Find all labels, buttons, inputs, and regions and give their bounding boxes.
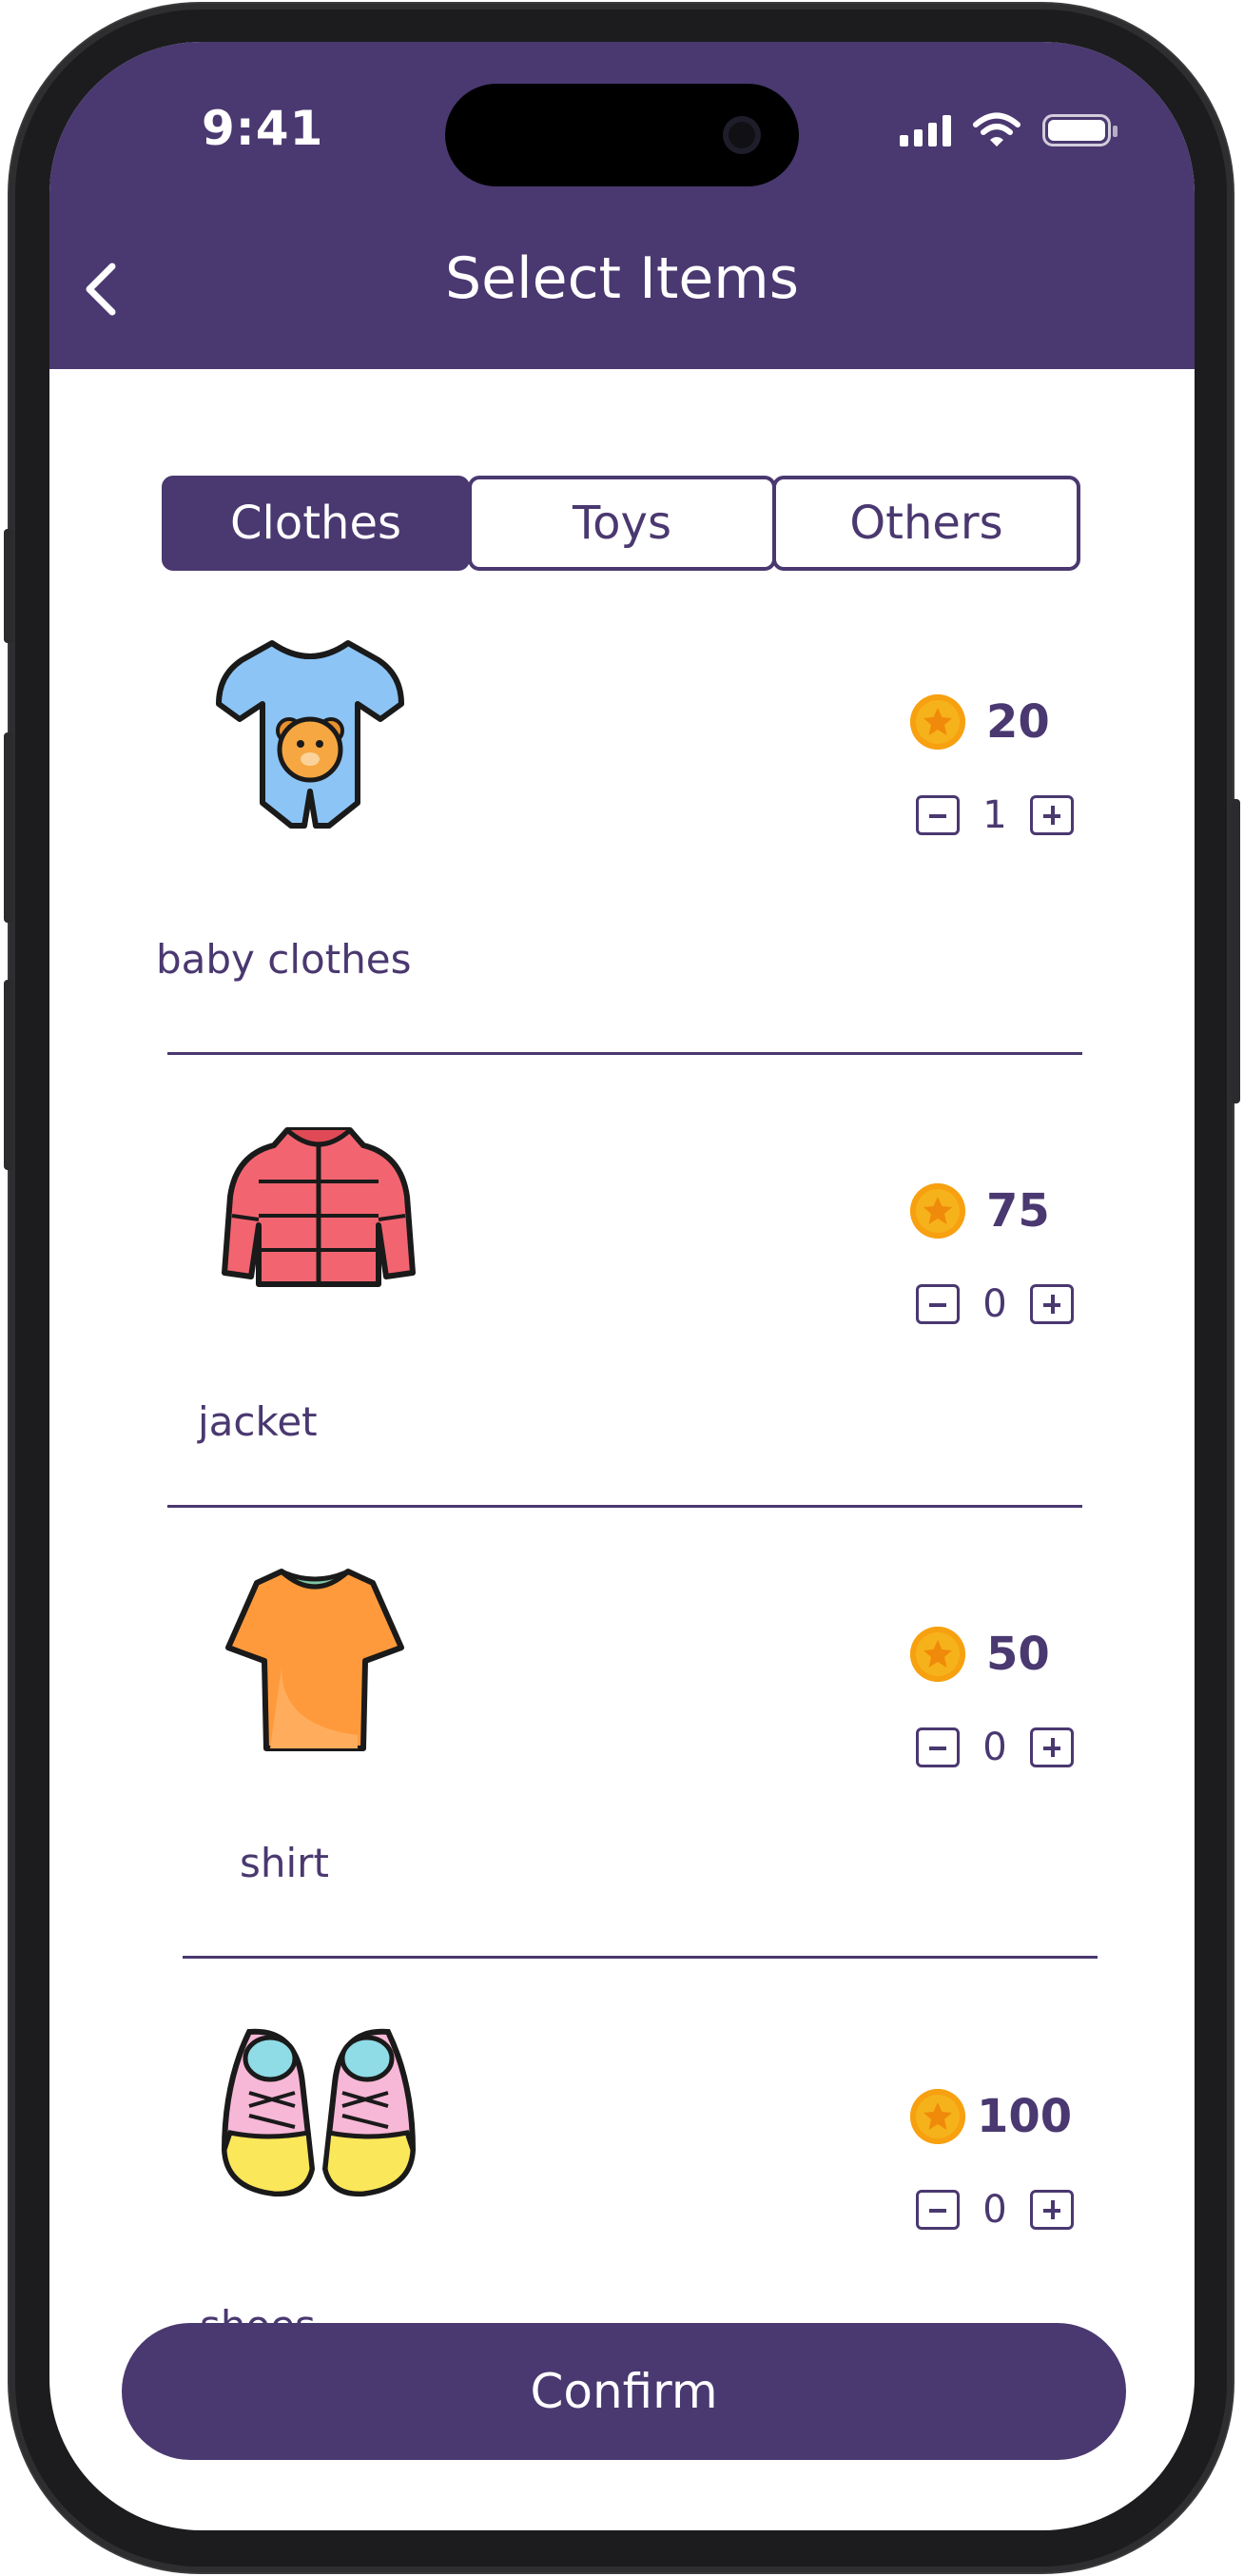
page-title: Select Items	[444, 245, 799, 312]
dynamic-island	[445, 84, 799, 186]
category-tabs: Clothes Toys Others	[162, 476, 1084, 571]
increase-button[interactable]	[1030, 795, 1074, 835]
app-screen: 9:41 Select Items Clothes Toys Others ba…	[49, 42, 1195, 2530]
decrease-button[interactable]	[916, 1727, 960, 1767]
quantity-value: 1	[982, 793, 1007, 837]
coin-icon	[910, 1627, 965, 1682]
increase-button[interactable]	[1030, 1727, 1074, 1767]
divider	[167, 1505, 1082, 1508]
divider	[167, 1052, 1082, 1055]
quantity-value: 0	[982, 2188, 1007, 2232]
decrease-button[interactable]	[916, 2190, 960, 2230]
quantity-stepper: 0	[916, 1282, 1074, 1326]
signal-icon	[900, 114, 951, 146]
shirt-icon	[225, 1569, 404, 1751]
power-button	[1231, 799, 1240, 1103]
divider	[183, 1956, 1098, 1959]
action-button	[4, 529, 13, 643]
front-camera-icon	[723, 116, 761, 154]
coin-icon	[910, 2089, 965, 2144]
status-time: 9:41	[202, 101, 324, 156]
increase-button[interactable]	[1030, 2190, 1074, 2230]
coin-icon	[910, 694, 965, 750]
volume-up-button	[4, 732, 13, 923]
battery-icon	[1042, 114, 1118, 146]
volume-down-button	[4, 980, 13, 1170]
tab-toys[interactable]: Toys	[468, 476, 776, 571]
item-name: shirt	[240, 1840, 329, 1886]
wifi-icon	[973, 112, 1020, 146]
quantity-stepper: 0	[916, 2188, 1074, 2232]
price-row: 20	[910, 694, 1050, 750]
status-icons	[900, 112, 1118, 148]
decrease-button[interactable]	[916, 1284, 960, 1324]
coin-icon	[910, 1183, 965, 1239]
quantity-stepper: 0	[916, 1726, 1074, 1769]
item-price: 100	[977, 2090, 1073, 2143]
app-header: 9:41 Select Items	[49, 42, 1195, 369]
confirm-button[interactable]: Confirm	[122, 2323, 1126, 2460]
item-price: 50	[986, 1628, 1050, 1681]
item-price: 75	[986, 1184, 1050, 1238]
price-row: 100	[910, 2089, 1072, 2144]
shoes-icon	[221, 2028, 417, 2197]
baby-romper-icon	[216, 640, 404, 829]
jacket-icon	[222, 1127, 416, 1287]
tab-others[interactable]: Others	[772, 476, 1080, 571]
item-name: jacket	[198, 1398, 318, 1445]
item-name: baby clothes	[156, 936, 412, 983]
quantity-value: 0	[982, 1282, 1007, 1326]
increase-button[interactable]	[1030, 1284, 1074, 1324]
price-row: 75	[910, 1183, 1050, 1239]
tab-clothes[interactable]: Clothes	[162, 476, 470, 571]
quantity-value: 0	[982, 1726, 1007, 1769]
decrease-button[interactable]	[916, 795, 960, 835]
item-price: 20	[986, 695, 1050, 749]
quantity-stepper: 1	[916, 793, 1074, 837]
price-row: 50	[910, 1627, 1050, 1682]
